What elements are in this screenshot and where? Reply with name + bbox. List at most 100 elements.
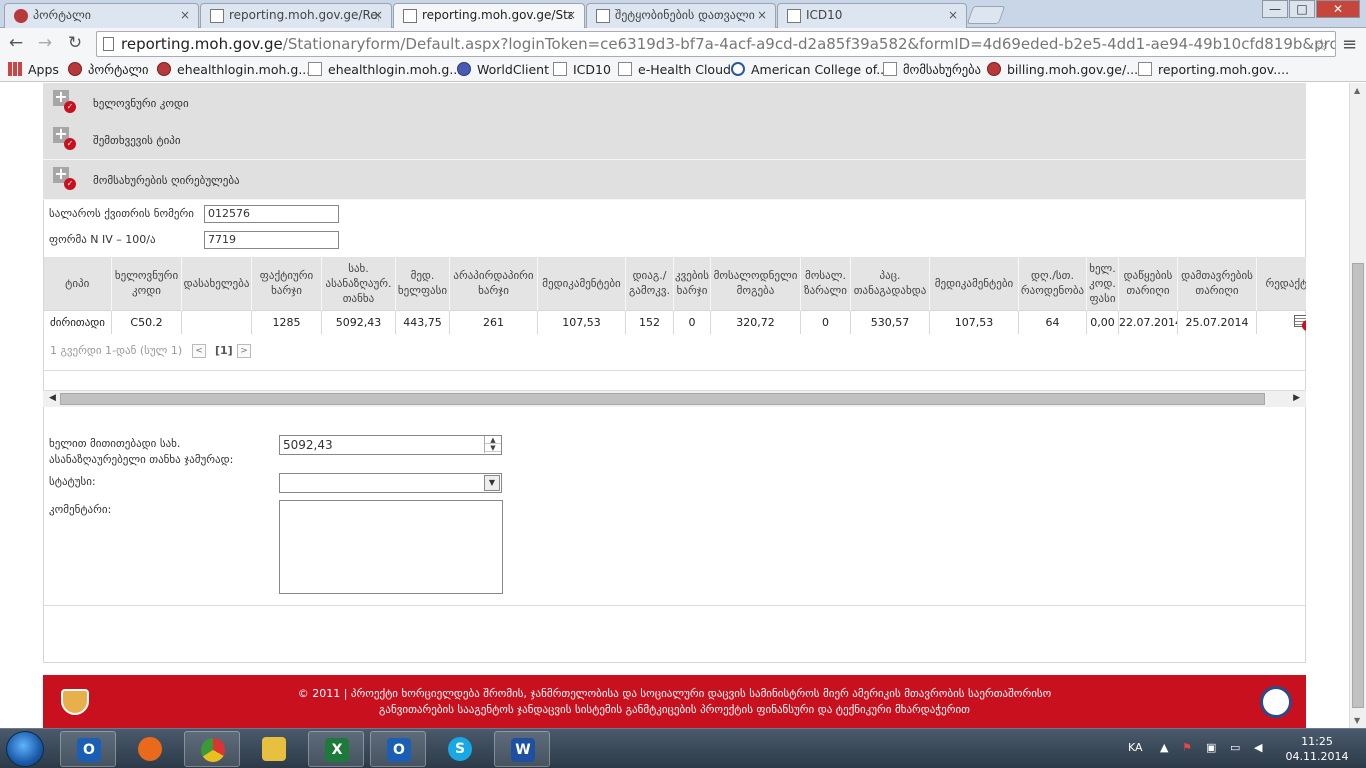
pager-current-page[interactable]: [1]: [215, 344, 233, 357]
scroll-left-icon[interactable]: ◀: [49, 393, 56, 403]
table-cell: 261: [449, 309, 538, 334]
skype-icon: S: [448, 737, 472, 761]
column-header[interactable]: მედიკამენტები: [929, 257, 1019, 310]
bookmark-ehealthlogin-2[interactable]: ehealthlogin.moh.g...: [308, 62, 461, 77]
tab-reporting-rep[interactable]: reporting.moh.gov.ge/Rep ×: [200, 3, 392, 28]
column-header[interactable]: პაც. თანაგადახდა: [850, 257, 930, 310]
minimize-button[interactable]: —: [1262, 0, 1288, 18]
column-header[interactable]: მოსალ. ზარალი: [800, 257, 851, 310]
bookmark-reporting[interactable]: reporting.moh.gov....: [1138, 62, 1289, 77]
expand-icon[interactable]: + ✓: [53, 89, 76, 113]
column-header[interactable]: დაწყების თარიღი: [1118, 257, 1178, 310]
bookmark-star-icon[interactable]: ☆: [1314, 34, 1329, 56]
column-header[interactable]: კვების ხარჯი: [673, 257, 711, 310]
reload-icon[interactable]: ↻: [64, 33, 86, 53]
column-header[interactable]: მედ. ხელფასი: [395, 257, 450, 310]
bookmark-label: billing.moh.gov.ge/...: [1007, 62, 1139, 77]
start-button[interactable]: [6, 731, 44, 767]
column-header[interactable]: სახ. ასანაზღაურ. თანხა: [321, 257, 396, 310]
comment-textarea[interactable]: [279, 500, 503, 594]
tab-title: პორტალი: [33, 8, 92, 22]
column-header[interactable]: ფაქტიური ხარჯი: [251, 257, 322, 310]
amount-spin-input[interactable]: 5092,43: [279, 435, 502, 455]
network-icon[interactable]: ▭: [1230, 741, 1240, 754]
taskbar-outlook[interactable]: O: [60, 731, 116, 767]
table-row[interactable]: ძირითადი C50.2 1285 5092,43 443,75 261 1…: [43, 309, 1306, 334]
new-tab-button[interactable]: [966, 6, 1006, 24]
scrollbar-thumb[interactable]: [1352, 263, 1364, 708]
horizontal-scrollbar[interactable]: ◀ ▶: [43, 390, 1306, 407]
scrollbar-thumb[interactable]: [60, 393, 1265, 405]
maximize-button[interactable]: □: [1289, 0, 1315, 18]
bookmark-portal[interactable]: პორტალი: [68, 62, 148, 77]
column-header[interactable]: დასახელება: [181, 257, 252, 310]
column-header[interactable]: მოსალოდნელი მოგება: [710, 257, 801, 310]
form-number-input[interactable]: 7719: [204, 231, 339, 249]
bookmark-american-college[interactable]: American College of...: [731, 62, 888, 77]
accordion-case-type[interactable]: + ✓ შემთხვევის ტიპი: [43, 120, 1306, 160]
column-header[interactable]: მედიკამენტები: [537, 257, 626, 310]
vertical-scrollbar[interactable]: ▲ ▼: [1349, 83, 1366, 728]
bookmark-worldclient[interactable]: WorldClient: [457, 62, 549, 77]
close-window-button[interactable]: ✕: [1316, 0, 1360, 18]
column-header[interactable]: რედაქტირება: [1256, 257, 1306, 310]
volume-icon[interactable]: ◀: [1254, 741, 1262, 754]
bookmark-services[interactable]: მომსახურება: [883, 62, 981, 77]
forward-arrow-icon[interactable]: →: [34, 33, 56, 53]
bookmark-apps[interactable]: Apps: [8, 62, 59, 77]
close-icon[interactable]: ×: [373, 8, 383, 22]
tab-reporting-sta[interactable]: reporting.moh.gov.ge/Sta ×: [393, 3, 585, 29]
close-icon[interactable]: ×: [566, 8, 576, 22]
column-header[interactable]: დიაგ./ გამოკვ.: [625, 257, 674, 310]
column-header[interactable]: დღ./სთ. რაოდენობა: [1018, 257, 1087, 310]
taskbar-excel[interactable]: X: [308, 731, 364, 767]
column-header[interactable]: დამთავრების თარიღი: [1177, 257, 1257, 310]
taskbar-firefox[interactable]: [122, 731, 178, 767]
amount-spinner[interactable]: ▲ ▼: [484, 436, 501, 453]
tab-icd10[interactable]: ICD10 ×: [777, 3, 967, 28]
accordion-artificial-code[interactable]: + ✓ ხელოვნური კოდი: [43, 83, 1306, 123]
taskbar-skype[interactable]: S: [432, 731, 488, 767]
column-header[interactable]: ხელოვნური კოდი: [111, 257, 182, 310]
menu-icon[interactable]: ≡: [1342, 34, 1357, 55]
device-icon[interactable]: ▣: [1206, 741, 1216, 754]
pager-next-button[interactable]: >: [237, 344, 251, 358]
tray-expand-icon[interactable]: ▲: [1160, 741, 1168, 754]
column-header[interactable]: ხელ. კოდ. ფასი: [1086, 257, 1119, 310]
taskbar-word[interactable]: W: [494, 731, 550, 767]
status-select[interactable]: [279, 473, 502, 493]
bookmark-icd10[interactable]: ICD10: [553, 62, 611, 77]
edit-icon[interactable]: [1292, 314, 1306, 331]
table-cell: 0: [800, 309, 851, 334]
close-icon[interactable]: ×: [948, 8, 958, 22]
scroll-up-icon[interactable]: ▲: [1354, 86, 1360, 95]
tab-notification[interactable]: შეტყობინების დათვალი ×: [586, 3, 776, 28]
tab-title: reporting.moh.gov.ge/Sta: [422, 8, 572, 22]
scroll-down-icon[interactable]: ▼: [1354, 716, 1360, 725]
expand-icon[interactable]: + ✓: [53, 126, 76, 150]
spin-up-icon[interactable]: ▲: [485, 436, 501, 444]
back-arrow-icon[interactable]: ←: [5, 33, 27, 53]
expand-icon[interactable]: + ✓: [53, 166, 76, 190]
system-clock[interactable]: 11:25 04.11.2014: [1280, 734, 1354, 764]
close-icon[interactable]: ×: [180, 8, 190, 22]
column-header[interactable]: არაპირდაპირი ხარჯი: [449, 257, 538, 310]
tab-portal[interactable]: პორტალი ×: [4, 3, 199, 28]
taskbar-outlook-2[interactable]: O: [370, 731, 426, 767]
bookmark-ehealthlogin-1[interactable]: ehealthlogin.moh.g...: [157, 62, 310, 77]
taskbar-chrome[interactable]: [184, 731, 240, 767]
chevron-down-icon[interactable]: ▼: [484, 475, 500, 491]
pager-prev-button[interactable]: <: [192, 344, 206, 358]
accordion-service-cost[interactable]: + ✓ მომსახურების ღირებულება: [43, 160, 1306, 200]
spin-down-icon[interactable]: ▼: [485, 444, 501, 452]
language-indicator[interactable]: KA: [1128, 741, 1143, 754]
close-icon[interactable]: ×: [757, 8, 767, 22]
column-header[interactable]: ტიპი: [43, 257, 112, 310]
scroll-right-icon[interactable]: ▶: [1293, 393, 1300, 403]
bookmark-billing[interactable]: billing.moh.gov.ge/...: [987, 62, 1138, 77]
bookmark-ehealth-cloud[interactable]: e-Health Cloud: [618, 62, 731, 77]
flag-icon[interactable]: ⚑: [1182, 741, 1192, 754]
taskbar-explorer[interactable]: [246, 731, 302, 767]
address-bar[interactable]: reporting.moh.gov.ge/Stationaryform/Defa…: [96, 31, 1336, 57]
ticket-number-input[interactable]: 012576: [204, 205, 339, 223]
